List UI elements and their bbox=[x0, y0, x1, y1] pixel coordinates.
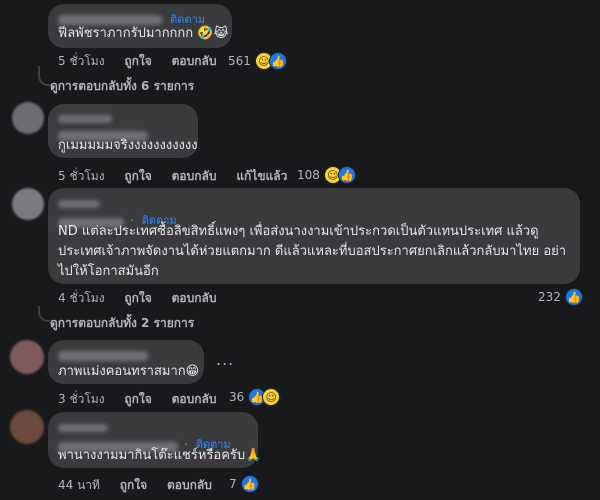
like-button[interactable]: ถูกใจ bbox=[120, 478, 147, 492]
like-button[interactable]: ถูกใจ bbox=[124, 169, 151, 183]
like-button[interactable]: ถูกใจ bbox=[124, 54, 151, 68]
avatar[interactable] bbox=[12, 188, 44, 220]
comment-time[interactable]: 5 ชั่วโมง bbox=[58, 54, 105, 68]
comment-text: กูเมมมมมจริงงงงงงงงงงง bbox=[58, 138, 198, 153]
avatar[interactable] bbox=[10, 410, 44, 444]
reaction-summary[interactable]: 108 ☺ 👍 bbox=[297, 166, 356, 184]
comment-author[interactable] bbox=[58, 348, 148, 363]
avatar[interactable] bbox=[12, 102, 44, 134]
comment-time[interactable]: 3 ชั่วโมง bbox=[58, 392, 105, 406]
comment-time[interactable]: 5 ชั่วโมง bbox=[58, 169, 105, 183]
comment-time[interactable]: 44 นาที bbox=[58, 478, 100, 492]
author-name-blurred bbox=[58, 423, 108, 432]
author-name-blurred bbox=[58, 199, 100, 208]
comment-text: พานางงามมากินโต๊ะแชร์หรือครับ🙏 bbox=[58, 448, 262, 463]
comment-text: ND แต่ละประเทศซื้อลิขสิทธิ์แพงๆ เพื่อส่ง… bbox=[58, 224, 567, 279]
comment-time[interactable]: 4 ชั่วโมง bbox=[58, 291, 105, 305]
author-name-blurred bbox=[58, 14, 162, 25]
comment-text: ภาพแม่งคอนทราสมาก😁 bbox=[58, 364, 200, 379]
reaction-summary[interactable]: 36 👍 ☺ bbox=[229, 388, 281, 406]
like-button[interactable]: ถูกใจ bbox=[124, 291, 151, 305]
like-icon: 👍 bbox=[337, 166, 356, 184]
comment-actions: 44 นาที ถูกใจ ตอบกลับ bbox=[58, 476, 228, 495]
more-options-button[interactable]: ... bbox=[216, 350, 234, 369]
like-button[interactable]: ถูกใจ bbox=[124, 392, 151, 406]
reaction-summary[interactable]: 232 👍 bbox=[538, 288, 583, 306]
like-icon: 👍 bbox=[240, 475, 259, 493]
reaction-count: 561 bbox=[228, 54, 251, 68]
thread-line bbox=[38, 66, 50, 86]
author-name-blurred bbox=[58, 114, 112, 123]
comment-actions: 4 ชั่วโมง ถูกใจ ตอบกลับ bbox=[58, 289, 232, 308]
reaction-count: 232 bbox=[538, 290, 561, 304]
edited-label: แก้ไขแล้ว bbox=[236, 169, 288, 183]
view-replies-link[interactable]: ดูการตอบกลับทั้ง 2 รายการ bbox=[50, 314, 194, 333]
reaction-count: 108 bbox=[297, 168, 320, 182]
reaction-count: 36 bbox=[229, 390, 245, 404]
comment-text: ฟีลพัชราภากรัปมากกกก 🤣😹 bbox=[58, 26, 229, 41]
reaction-summary[interactable]: 561 ☺ 👍 bbox=[228, 52, 287, 70]
comment-actions: 3 ชั่วโมง ถูกใจ ตอบกลับ bbox=[58, 390, 232, 409]
comment-actions: 5 ชั่วโมง ถูกใจ ตอบกลับ bbox=[58, 52, 232, 71]
thread-line bbox=[38, 306, 50, 322]
reply-button[interactable]: ตอบกลับ bbox=[172, 54, 217, 68]
view-replies-link[interactable]: ดูการตอบกลับทั้ง 6 รายการ bbox=[50, 77, 194, 96]
haha-icon: ☺ bbox=[262, 388, 281, 406]
avatar[interactable] bbox=[10, 340, 44, 374]
reply-button[interactable]: ตอบกลับ bbox=[167, 478, 212, 492]
author-name-blurred bbox=[58, 350, 148, 361]
reaction-count: 7 bbox=[229, 477, 237, 491]
reply-button[interactable]: ตอบกลับ bbox=[172, 169, 217, 183]
like-icon: 👍 bbox=[268, 52, 287, 70]
reaction-summary[interactable]: 7 👍 bbox=[229, 475, 259, 493]
reply-button[interactable]: ตอบกลับ bbox=[172, 392, 217, 406]
reply-button[interactable]: ตอบกลับ bbox=[172, 291, 217, 305]
like-icon: 👍 bbox=[564, 288, 583, 306]
comment-actions: 5 ชั่วโมง ถูกใจ ตอบกลับ แก้ไขแล้ว bbox=[58, 167, 303, 186]
